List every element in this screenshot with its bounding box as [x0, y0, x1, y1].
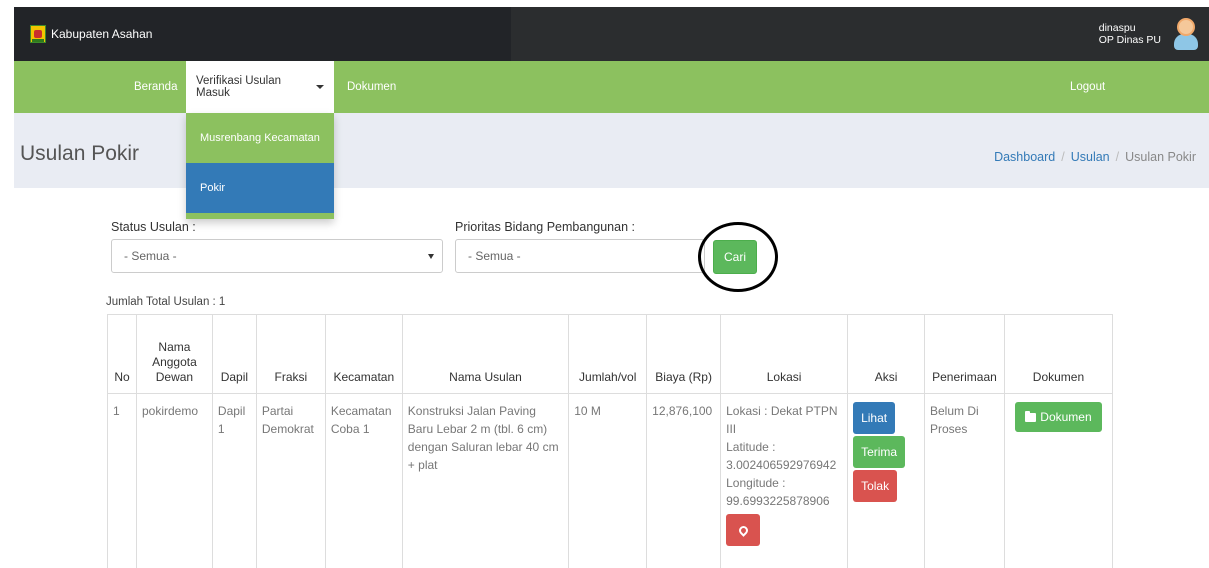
status-usulan-select[interactable]: - Semua -: [111, 239, 443, 273]
nav-dokumen[interactable]: Dokumen: [337, 61, 406, 113]
col-dapil: Dapil: [211, 314, 257, 394]
status-usulan-label: Status Usulan :: [111, 220, 196, 234]
cell-no: 1: [107, 393, 137, 568]
col-fraksi: Fraksi: [255, 314, 326, 394]
col-biaya: Biaya (Rp): [646, 314, 722, 394]
col-no: No: [107, 314, 137, 394]
latitude-text: Latitude : 3.002406592976942: [726, 440, 837, 472]
col-jumlah-vol: Jumlah/vol: [568, 314, 648, 394]
map-marker-icon: [736, 523, 750, 537]
nav-verifikasi-label: Verifikasi Usulan Masuk: [196, 75, 282, 99]
cell-dapil: Dapil 1: [211, 393, 257, 568]
cell-penerimaan: Belum Di Proses: [924, 393, 1005, 568]
nav-beranda[interactable]: Beranda: [124, 61, 187, 113]
lokasi-text: Lokasi : Dekat PTPN III: [726, 404, 838, 436]
table-header-row: No Nama Anggota Dewan Dapil Fraksi Kecam…: [107, 314, 1114, 394]
breadcrumb-dashboard[interactable]: Dashboard: [994, 150, 1055, 164]
breadcrumb-current: Usulan Pokir: [1125, 150, 1196, 164]
tolak-button[interactable]: Tolak: [853, 470, 898, 502]
cell-lokasi: Lokasi : Dekat PTPN III Latitude : 3.002…: [720, 393, 849, 568]
terima-button[interactable]: Terima: [853, 436, 906, 468]
status-usulan-value: - Semua -: [124, 249, 177, 263]
nav-verifikasi-usulan-masuk[interactable]: Verifikasi Usulan Masuk: [186, 61, 334, 113]
kabupaten-logo-icon: [30, 25, 46, 43]
prioritas-label: Prioritas Bidang Pembangunan :: [455, 220, 635, 234]
menu-item-pokir[interactable]: Pokir: [186, 163, 334, 213]
logout-link[interactable]: Logout: [1060, 61, 1115, 113]
cell-nama-usulan: Konstruksi Jalan Paving Baru Lebar 2 m (…: [401, 393, 570, 568]
col-penerimaan: Penerimaan: [924, 314, 1005, 394]
lihat-button[interactable]: Lihat: [853, 402, 896, 434]
col-dokumen: Dokumen: [1003, 314, 1114, 394]
brand[interactable]: Kabupaten Asahan: [14, 7, 511, 61]
user-menu[interactable]: dinaspu OP Dinas PU: [1099, 7, 1209, 61]
menu-item-musrenbang-kecamatan[interactable]: Musrenbang Kecamatan: [186, 113, 334, 163]
verifikasi-dropdown-menu: Musrenbang Kecamatan Pokir: [186, 113, 334, 219]
app-name: Kabupaten Asahan: [51, 27, 153, 41]
col-nama-usulan: Nama Usulan: [401, 314, 570, 394]
breadcrumb-usulan[interactable]: Usulan: [1071, 150, 1110, 164]
cell-biaya: 12,876,100: [646, 393, 722, 568]
main-nav: Beranda Verifikasi Usulan Masuk Dokumen …: [14, 61, 1209, 113]
user-role: OP Dinas PU: [1098, 34, 1161, 46]
breadcrumb: Dashboard / Usulan / Usulan Pokir: [994, 150, 1196, 164]
dokumen-button[interactable]: Dokumen: [1015, 402, 1102, 432]
cell-nama: pokirdemo: [135, 393, 213, 568]
cell-aksi: Lihat Terima Tolak: [847, 393, 925, 568]
search-button[interactable]: Cari: [713, 240, 757, 274]
caret-down-icon: [316, 85, 324, 89]
top-bar: Kabupaten Asahan dinaspu OP Dinas PU: [14, 7, 1209, 61]
longitude-text: Longitude : 99.6993225878906: [726, 476, 830, 508]
col-aksi: Aksi: [847, 314, 925, 394]
usulan-table: No Nama Anggota Dewan Dapil Fraksi Kecam…: [107, 314, 1114, 568]
cell-jumlah: 10 M: [568, 393, 648, 568]
prioritas-select[interactable]: - Semua -: [455, 239, 705, 273]
user-avatar-icon[interactable]: [1171, 18, 1201, 50]
col-kecamatan: Kecamatan: [324, 314, 403, 394]
map-location-button[interactable]: [726, 514, 761, 546]
cell-fraksi: Partai Demokrat: [255, 393, 326, 568]
dokumen-button-label: Dokumen: [1040, 410, 1092, 424]
cell-kecamatan: Kecamatan Coba 1: [324, 393, 403, 568]
cell-dokumen: Dokumen: [1003, 393, 1114, 568]
table-row: 1 pokirdemo Dapil 1 Partai Demokrat Keca…: [107, 393, 1114, 568]
username: dinaspu: [1098, 22, 1136, 34]
prioritas-value: - Semua -: [468, 249, 521, 263]
col-nama-anggota-dewan: Nama Anggota Dewan: [135, 314, 213, 394]
total-count: Jumlah Total Usulan : 1: [106, 296, 226, 308]
select-arrow-icon: [428, 254, 434, 259]
folder-icon: [1025, 410, 1037, 422]
page-title: Usulan Pokir: [20, 142, 140, 165]
col-lokasi: Lokasi: [720, 314, 849, 394]
